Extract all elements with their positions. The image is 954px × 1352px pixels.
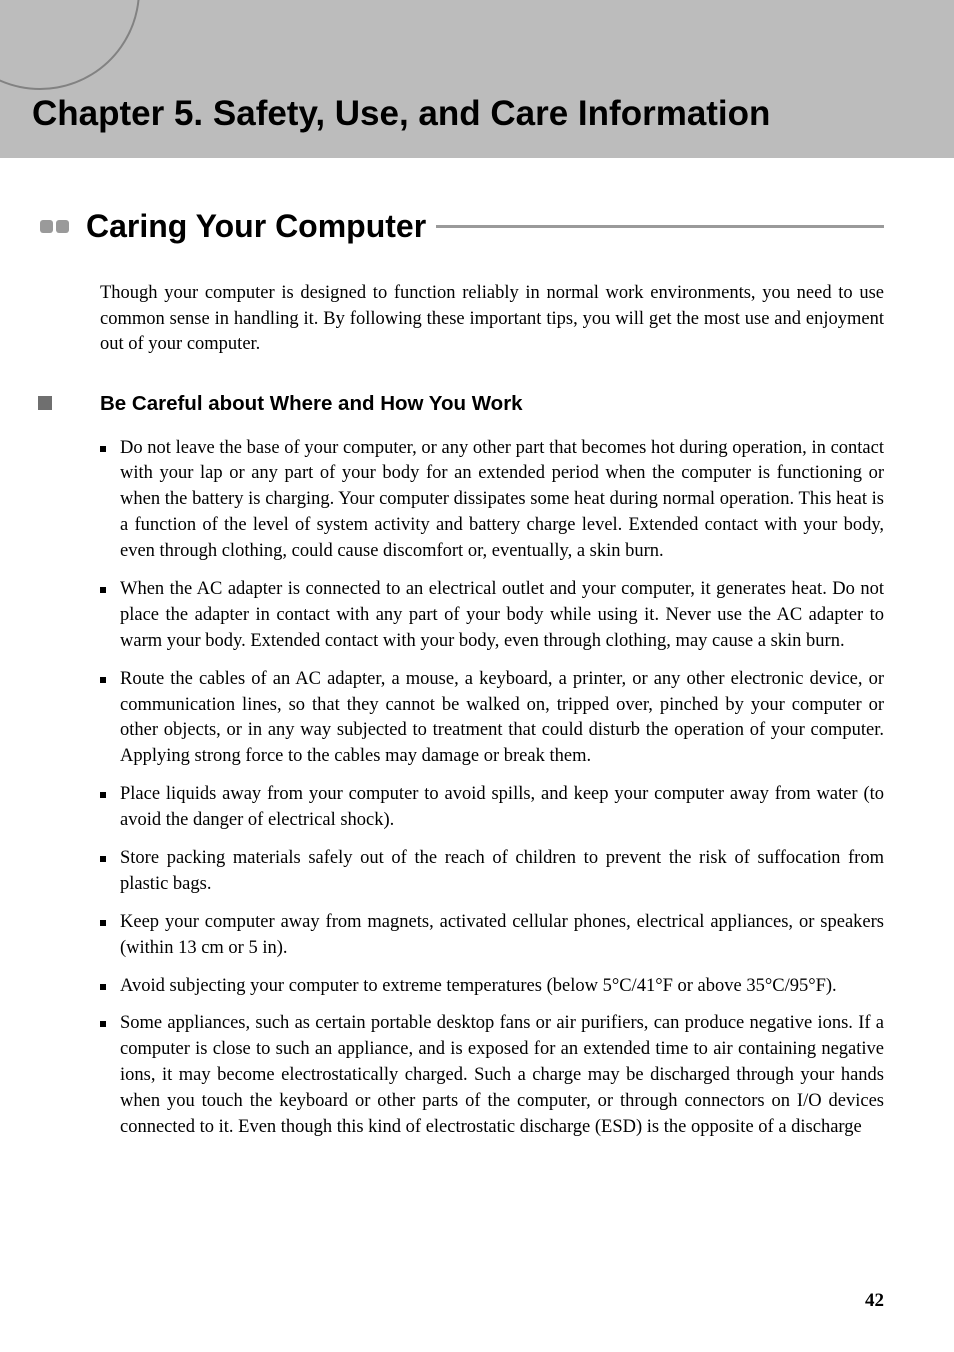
list-item: Some appliances, such as certain portabl… [100,1011,884,1140]
subheading-row: Be Careful about Where and How You Work [38,392,884,416]
page-content: Caring Your Computer Though your compute… [0,158,954,1141]
page-header: Chapter 5. Safety, Use, and Care Informa… [0,0,954,158]
bullet-list: Do not leave the base of your computer, … [100,436,884,1141]
subheading-square-icon [38,396,52,410]
page-number: 42 [865,1290,884,1312]
section-title: Caring Your Computer [86,208,426,245]
header-decoration-arc [0,0,156,106]
section-bullet-icon [56,220,69,233]
subheading: Be Careful about Where and How You Work [100,392,523,416]
section-heading-row: Caring Your Computer [40,208,884,245]
list-item: Do not leave the base of your computer, … [100,436,884,565]
list-item: Place liquids away from your computer to… [100,782,884,834]
list-item: Store packing materials safely out of th… [100,846,884,898]
chapter-title: Chapter 5. Safety, Use, and Care Informa… [32,94,770,134]
section-bullet-icon [40,220,53,233]
list-item: When the AC adapter is connected to an e… [100,577,884,655]
list-item: Keep your computer away from magnets, ac… [100,910,884,962]
list-item: Avoid subjecting your computer to extrem… [100,974,884,1000]
section-rule [436,225,884,228]
list-item: Route the cables of an AC adapter, a mou… [100,667,884,771]
intro-paragraph: Though your computer is designed to func… [100,281,884,358]
